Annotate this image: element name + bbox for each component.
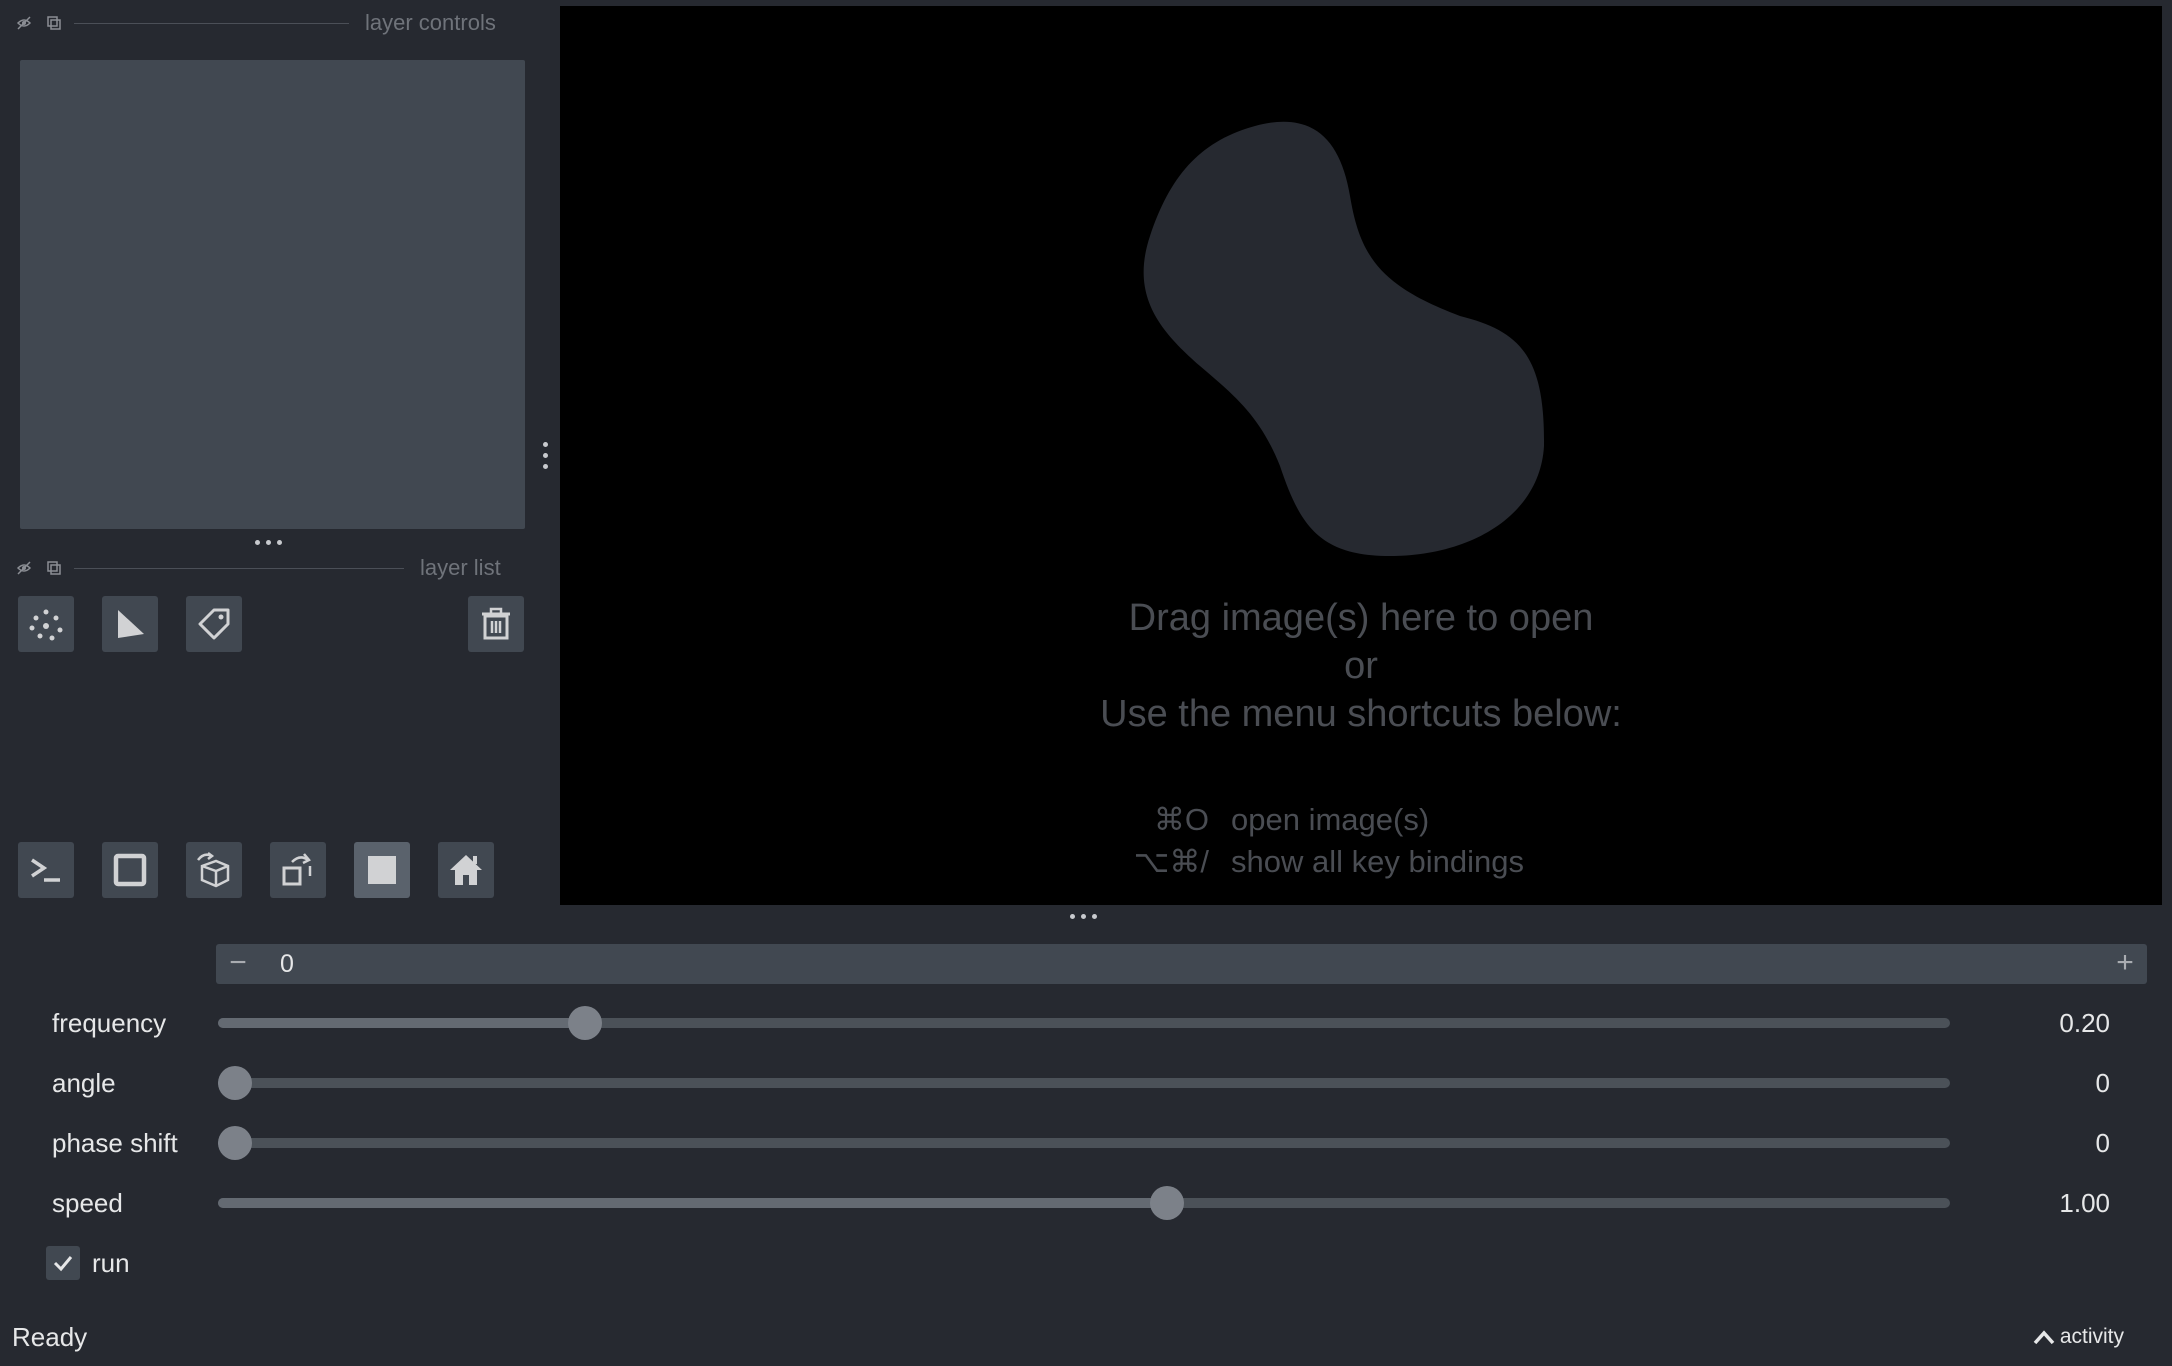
status-text: Ready (12, 1322, 88, 1352)
cube-roll-icon (197, 852, 230, 888)
close-panel-icon[interactable] (44, 558, 64, 578)
layer-controls-title: layer controls (365, 10, 496, 35)
home-icon (450, 855, 482, 885)
points-icon (29, 609, 63, 641)
phase-shift-value[interactable]: 0 (2096, 1128, 2110, 1159)
chevron-up-icon (2033, 1330, 2055, 1345)
dims-value[interactable]: 0 (280, 944, 294, 984)
transpose-dims-button[interactable] (270, 842, 326, 898)
frequency-label: frequency (52, 1008, 167, 1038)
speed-label: speed (52, 1188, 123, 1218)
close-panel-icon[interactable] (44, 13, 64, 33)
labels-icon (198, 608, 230, 640)
grid-square-icon (368, 856, 396, 884)
viewer-canvas[interactable]: Drag image(s) here to open or Use the me… (560, 6, 2162, 905)
shapes-icon (118, 610, 144, 638)
header-rule (74, 22, 349, 24)
angle-value[interactable]: 0 (2096, 1068, 2110, 1099)
slider-handle[interactable] (567, 1006, 602, 1040)
phase-shift-slider[interactable] (218, 1126, 1950, 1160)
shortcut-keys: ⌥⌘/ (1133, 844, 1209, 879)
slider-handle[interactable] (218, 1126, 252, 1160)
shortcut-key-bindings: ⌥⌘/ show all key bindings (1129, 844, 1524, 880)
welcome-line-3: Use the menu shortcuts below: (1100, 693, 1622, 735)
ndisplay-button[interactable] (102, 842, 158, 898)
delete-layer-button[interactable] (468, 596, 524, 652)
grid-view-button[interactable] (354, 842, 410, 898)
dims-increment-button[interactable]: + (2105, 944, 2145, 984)
float-panel-icon[interactable] (14, 13, 34, 33)
side-panel-resize-handle[interactable] (543, 442, 548, 469)
slider-handle[interactable] (1150, 1186, 1185, 1220)
transpose-icon (282, 853, 312, 886)
slider-fill (218, 1018, 585, 1028)
new-labels-layer-button[interactable] (186, 596, 242, 652)
dims-decrement-button[interactable]: − (218, 944, 258, 984)
slider-fill (218, 1198, 1168, 1208)
square-icon (113, 853, 147, 887)
console-button[interactable] (18, 842, 74, 898)
shortcut-keys: ⌘O (1153, 802, 1209, 837)
new-shapes-layer-button[interactable] (102, 596, 158, 652)
shortcut-label: open image(s) (1231, 802, 1430, 837)
header-rule (74, 567, 404, 569)
frequency-value[interactable]: 0.20 (2059, 1008, 2110, 1039)
home-button[interactable] (438, 842, 494, 898)
layer-controls-resize-handle[interactable] (255, 540, 282, 545)
float-panel-icon[interactable] (14, 558, 34, 578)
trash-icon (482, 607, 510, 640)
checkmark-icon (53, 1256, 73, 1272)
speed-slider[interactable] (218, 1186, 1950, 1220)
run-checkbox[interactable] (46, 1246, 80, 1280)
angle-slider[interactable] (218, 1066, 1950, 1100)
shortcut-label: show all key bindings (1231, 844, 1524, 879)
activity-label: activity (2059, 1325, 2124, 1348)
console-icon (31, 858, 60, 882)
layer-list-title: layer list (420, 555, 501, 580)
activity-button[interactable]: activity (2032, 1325, 2124, 1349)
roll-dims-button[interactable] (186, 842, 242, 898)
welcome-line-1: Drag image(s) here to open (1128, 597, 1594, 639)
canvas-resize-handle[interactable] (1070, 914, 1097, 919)
layer-controls-header: layer controls (14, 10, 496, 35)
run-label: run (92, 1248, 130, 1278)
speed-value[interactable]: 1.00 (2059, 1188, 2110, 1219)
frequency-slider[interactable] (218, 1006, 1950, 1040)
slider-handle[interactable] (218, 1066, 252, 1100)
shortcut-open-images: ⌘O open image(s) (1129, 802, 1429, 838)
dims-slider[interactable]: − 0 + (216, 944, 2147, 984)
phase-shift-label: phase shift (52, 1128, 178, 1158)
layer-controls-panel (20, 60, 525, 529)
welcome-line-2: or (1344, 645, 1378, 687)
new-points-layer-button[interactable] (18, 596, 74, 652)
layer-list-header: layer list (14, 555, 501, 580)
napari-logo-icon (1143, 121, 1545, 557)
angle-label: angle (52, 1068, 116, 1098)
